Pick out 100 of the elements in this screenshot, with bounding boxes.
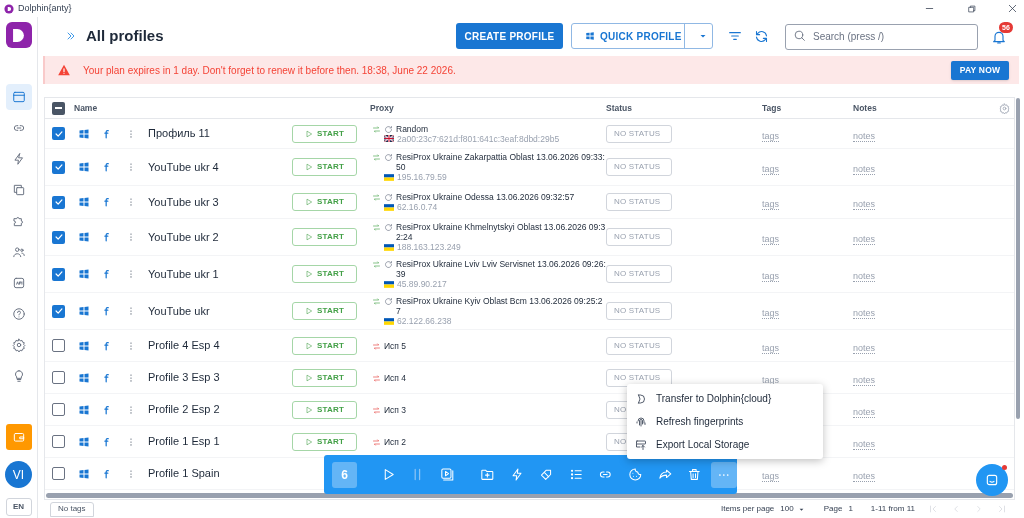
tag-filter-tab[interactable]: No tags — [50, 501, 94, 517]
profile-name[interactable]: Профиль 11 — [148, 125, 292, 142]
folder-plus-icon[interactable] — [479, 467, 495, 482]
list-icon[interactable] — [568, 467, 584, 482]
tags-link[interactable]: tags — [762, 199, 779, 210]
status-badge[interactable]: NO STATUS — [606, 228, 672, 246]
sidebar-item[interactable] — [5, 84, 32, 110]
row-checkbox[interactable] — [52, 195, 65, 209]
quick-profile-label[interactable]: QUICK PROFILE — [600, 28, 684, 44]
tags-link[interactable]: tags — [762, 130, 779, 142]
menu-item[interactable]: Export Local Storage — [627, 433, 823, 456]
horizontal-scrollbar[interactable] — [46, 493, 1013, 498]
search-field[interactable]: Search (press /) — [785, 23, 978, 50]
cookie-icon[interactable] — [628, 467, 643, 482]
status-badge[interactable]: NO STATUS — [606, 336, 672, 355]
page-range: 1-11 from 11 — [870, 503, 915, 515]
row-checkbox[interactable] — [52, 435, 65, 448]
status-badge[interactable]: NO STATUS — [606, 265, 672, 283]
status-badge[interactable]: NO STATUS — [606, 193, 672, 211]
status-badge[interactable]: NO STATUS — [606, 302, 672, 320]
row-checkbox[interactable] — [52, 267, 65, 281]
tags-link[interactable]: tags — [762, 308, 779, 319]
start-button[interactable]: START — [292, 158, 357, 176]
start-button[interactable]: START — [292, 124, 357, 143]
tags-link[interactable]: tags — [762, 470, 779, 482]
notes-link[interactable]: notes — [853, 374, 876, 386]
language-button[interactable]: EN — [5, 498, 32, 516]
proxy-name: ResiProx Ukraine Zakarpattia Oblast 13.06.2026 09:33:50 — [396, 152, 606, 172]
items-per-page-select[interactable]: 100 — [780, 503, 806, 515]
notes-link[interactable]: notes — [853, 234, 876, 245]
start-button[interactable]: START — [292, 193, 357, 211]
status-badge[interactable]: NO STATUS — [606, 124, 672, 143]
tags-link[interactable]: tags — [762, 342, 779, 354]
pay-now-button[interactable]: PAY NOW — [951, 60, 1009, 80]
start-button[interactable]: START — [292, 228, 357, 246]
close-icon[interactable] — [1007, 3, 1018, 14]
notes-link[interactable]: notes — [853, 164, 876, 175]
chat-button[interactable] — [976, 464, 1008, 496]
wallet-button[interactable] — [5, 424, 32, 450]
status-badge[interactable]: NO STATUS — [606, 158, 672, 176]
menu-item[interactable]: Refresh fingerprints — [627, 410, 823, 433]
vertical-scrollbar[interactable] — [1016, 98, 1020, 419]
profile-name[interactable]: Profile 1 Spain — [148, 465, 292, 482]
video-icon[interactable] — [440, 467, 455, 482]
user-avatar[interactable]: VI — [5, 461, 32, 488]
create-profile-button[interactable]: CREATE PROFILE — [456, 23, 563, 49]
profile-name[interactable]: YouTube ukr 2 — [148, 228, 292, 246]
row-checkbox[interactable] — [52, 371, 65, 384]
proxy-ip: 188.163.123.249 — [397, 242, 461, 252]
tags-link[interactable]: tags — [762, 271, 779, 282]
row-checkbox[interactable] — [52, 230, 65, 244]
tags-link[interactable]: tags — [762, 164, 779, 175]
start-button[interactable]: START — [292, 302, 357, 320]
windows-icon — [78, 403, 90, 416]
profile-name[interactable]: YouTube ukr — [148, 302, 292, 320]
share-icon[interactable] — [657, 467, 673, 482]
start-button[interactable]: START — [292, 400, 357, 419]
more-icon[interactable] — [711, 461, 737, 488]
profile-name[interactable]: YouTube ukr 3 — [148, 193, 292, 211]
profile-name[interactable]: Profile 2 Esp 2 — [148, 401, 292, 418]
start-button[interactable]: START — [292, 368, 357, 387]
row-checkbox[interactable] — [52, 160, 65, 174]
tags-link[interactable]: tags — [762, 234, 779, 245]
tag-icon[interactable] — [539, 467, 554, 482]
row-checkbox[interactable] — [52, 403, 65, 416]
refresh-icon[interactable] — [754, 28, 769, 44]
notes-link[interactable]: notes — [853, 130, 876, 142]
flash-icon[interactable] — [509, 467, 525, 482]
expand-icon[interactable] — [65, 30, 77, 42]
profile-name[interactable]: Profile 1 Esp 1 — [148, 433, 292, 450]
page-number[interactable]: 1 — [848, 503, 853, 515]
notes-link[interactable]: notes — [853, 199, 876, 210]
row-checkbox[interactable] — [52, 304, 65, 318]
profile-name[interactable]: Profile 4 Esp 4 — [148, 337, 292, 354]
row-checkbox[interactable] — [52, 127, 65, 140]
start-button[interactable]: START — [292, 336, 357, 355]
start-button[interactable]: START — [292, 265, 357, 283]
notes-link[interactable]: notes — [853, 308, 876, 319]
notes-link[interactable]: notes — [853, 271, 876, 282]
profile-name[interactable]: YouTube ukr 1 — [148, 265, 292, 283]
notes-link[interactable]: notes — [853, 406, 876, 418]
restore-icon[interactable] — [967, 3, 977, 14]
bell-icon[interactable] — [991, 29, 1007, 45]
windows-icon — [78, 435, 90, 448]
select-all-checkbox[interactable] — [52, 101, 65, 115]
profile-name[interactable]: YouTube ukr 4 — [148, 158, 292, 176]
profile-name[interactable]: Profile 3 Esp 3 — [148, 369, 292, 386]
row-checkbox[interactable] — [52, 339, 65, 352]
notes-link[interactable]: notes — [853, 342, 876, 354]
row-checkbox[interactable] — [52, 467, 65, 480]
windows-icon — [78, 339, 90, 352]
notes-link[interactable]: notes — [853, 438, 876, 450]
notes-link[interactable]: notes — [853, 470, 876, 482]
menu-item[interactable]: Transfer to Dolphin{cloud} — [627, 387, 823, 410]
f-icon — [102, 196, 112, 208]
trash-icon[interactable] — [687, 467, 702, 482]
start-button[interactable]: START — [292, 432, 357, 451]
swap-icon — [372, 260, 381, 269]
settings-icon[interactable] — [999, 102, 1010, 114]
quick-profile-button[interactable]: QUICK PROFILE — [571, 23, 713, 49]
